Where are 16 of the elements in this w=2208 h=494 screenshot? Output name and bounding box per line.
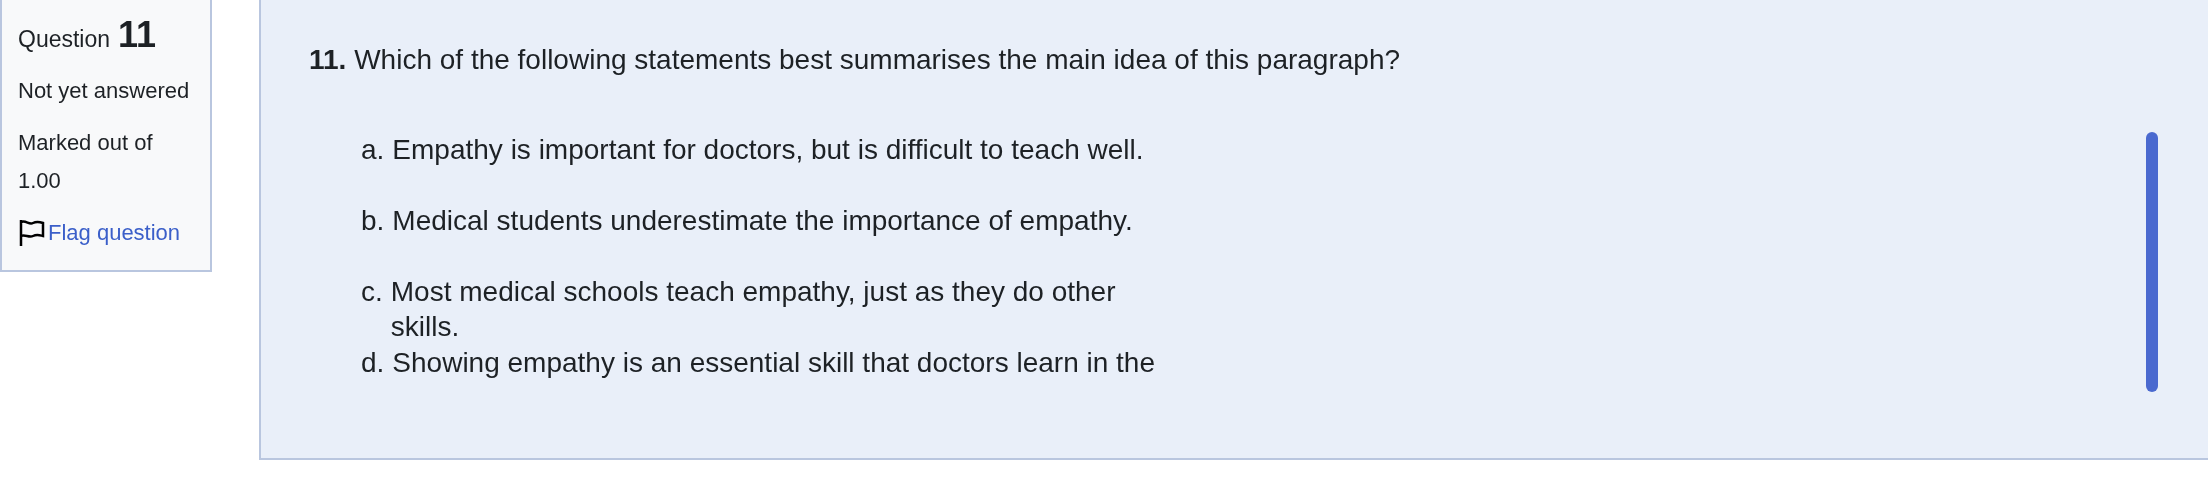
option-letter: d. [361, 346, 385, 380]
answer-status: Not yet answered [18, 77, 191, 105]
question-label: Question [18, 25, 111, 54]
option-letter: a. [361, 133, 385, 167]
answer-option[interactable]: Medical students underestimate the importance of empathy. [392, 203, 1133, 274]
question-number: 11 [118, 16, 157, 54]
option-letter: c. [361, 275, 383, 309]
marks-text: Marked out of 1.00 [18, 129, 154, 195]
answer-option[interactable]: Empathy is important for doctors, but is difficult to teach well. [392, 132, 1144, 203]
option-letter: b. [361, 204, 385, 238]
scrollbar-thumb[interactable] [2146, 132, 2158, 392]
answer-option[interactable]: Most medical schools teach empathy, just as they do other skills. [390, 274, 1181, 345]
flag-icon[interactable] [18, 218, 46, 248]
question-text: 11. Which of the following statements best summarises the main idea of this paragraph? [309, 43, 1402, 77]
flag-question-link[interactable]: Flag question [48, 220, 181, 245]
answer-option[interactable]: Showing empathy is an essential skill that doctors learn in the [392, 345, 1155, 416]
